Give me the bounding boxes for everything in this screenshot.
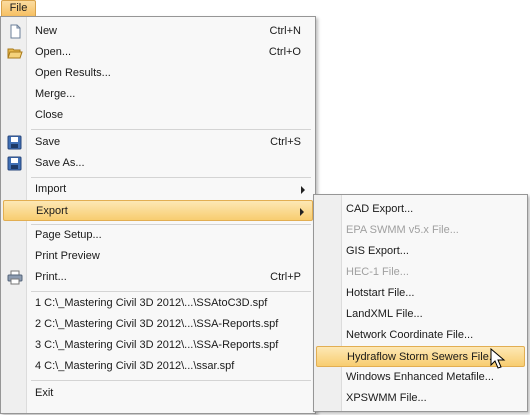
menu-item-open[interactable]: Open... Ctrl+O [3,42,313,63]
print-icon [7,270,23,285]
recent-file-label: 2 C:\_Mastering Civil 3D 2012\...\SSA-Re… [35,318,279,330]
file-menu-button[interactable]: File [1,0,36,16]
menu-item-save-as[interactable]: Save As... [3,153,313,174]
submenu-item-label: Network Coordinate File... [346,329,474,341]
menu-item-save-as-label: Save As... [35,157,85,169]
menu-item-exit-label: Exit [35,387,54,399]
mouse-pointer-icon [490,348,506,369]
recent-file-label: 4 C:\_Mastering Civil 3D 2012\...\ssar.s… [35,360,235,372]
menu-bar: File [0,0,530,17]
menu-item-merge-label: Merge... [35,88,76,100]
new-document-icon [10,24,21,39]
recent-file-item[interactable]: 2 C:\_Mastering Civil 3D 2012\...\SSA-Re… [3,314,313,335]
menu-separator [31,177,311,178]
menu-item-save-shortcut: Ctrl+S [270,136,301,148]
submenu-item-label: Windows Enhanced Metafile... [346,371,494,383]
recent-file-label: 3 C:\_Mastering Civil 3D 2012\...\SSA-Re… [35,339,279,351]
menu-item-save[interactable]: Save Ctrl+S [3,132,313,153]
submenu-item-label: HEC-1 File... [346,266,409,278]
submenu-item-label: Hotstart File... [346,287,415,299]
menu-item-print-preview-label: Print Preview [35,250,100,262]
menu-item-exit[interactable]: Exit [3,383,313,404]
file-menu-dropdown: New Ctrl+N Open... Ctrl+O Open Results..… [0,16,316,414]
menu-item-new-shortcut: Ctrl+N [269,25,301,37]
menu-item-page-setup-label: Page Setup... [35,229,102,241]
recent-file-item[interactable]: 3 C:\_Mastering Civil 3D 2012\...\SSA-Re… [3,335,313,356]
menu-item-print[interactable]: Print... Ctrl+P [3,267,313,288]
menu-item-open-results-label: Open Results... [35,67,111,79]
menu-item-save-label: Save [35,136,61,148]
menu-item-open-label: Open... [35,46,72,58]
save-disk-icon [7,135,22,150]
submenu-arrow-icon [301,186,305,194]
recent-file-item[interactable]: 4 C:\_Mastering Civil 3D 2012\...\ssar.s… [3,356,313,377]
menu-item-open-results[interactable]: Open Results... [3,63,313,84]
submenu-item-windows-metafile[interactable]: Windows Enhanced Metafile... [316,367,525,388]
submenu-item-cad-export[interactable]: CAD Export... [316,199,525,220]
menu-separator [31,129,311,130]
menu-item-page-setup[interactable]: Page Setup... [3,225,313,246]
menu-item-open-shortcut: Ctrl+O [268,46,301,58]
menu-item-merge[interactable]: Merge... [3,84,313,105]
recent-file-item[interactable]: 1 C:\_Mastering Civil 3D 2012\...\SSAtoC… [3,293,313,314]
submenu-item-landxml[interactable]: LandXML File... [316,304,525,325]
submenu-item-hotstart[interactable]: Hotstart File... [316,283,525,304]
submenu-item-epa-swmm: EPA SWMM v5.x File... [316,220,525,241]
save-as-disk-icon [7,156,22,171]
menu-item-import-label: Import [35,183,67,195]
menu-item-export[interactable]: Export [3,200,313,221]
submenu-item-label: Hydraflow Storm Sewers File... [347,351,498,363]
submenu-item-label: CAD Export... [346,203,414,215]
recent-file-label: 1 C:\_Mastering Civil 3D 2012\...\SSAtoC… [35,297,268,309]
menu-item-close[interactable]: Close [3,105,313,126]
submenu-arrow-icon [300,208,304,216]
submenu-item-label: XPSWMM File... [346,392,427,404]
submenu-item-xpswmm[interactable]: XPSWMM File... [316,388,525,409]
menu-item-new[interactable]: New Ctrl+N [3,21,313,42]
open-folder-icon [7,48,23,59]
menu-item-print-label: Print... [35,271,67,283]
menu-item-print-shortcut: Ctrl+P [270,271,301,283]
submenu-item-gis-export[interactable]: GIS Export... [316,241,525,262]
menu-item-import[interactable]: Import [3,179,313,200]
export-submenu: CAD Export... EPA SWMM v5.x File... GIS … [313,194,528,412]
menu-item-new-label: New [35,25,58,37]
menu-item-close-label: Close [35,109,64,121]
file-menu-label: File [9,2,28,14]
submenu-item-label: LandXML File... [346,308,423,320]
menu-item-print-preview[interactable]: Print Preview [3,246,313,267]
menu-separator [31,380,311,381]
submenu-item-label: EPA SWMM v5.x File... [346,224,459,236]
menu-item-export-label: Export [36,205,68,217]
submenu-item-hec1: HEC-1 File... [316,262,525,283]
menu-separator [31,291,311,292]
submenu-item-label: GIS Export... [346,245,409,257]
submenu-item-network-coordinate[interactable]: Network Coordinate File... [316,325,525,346]
